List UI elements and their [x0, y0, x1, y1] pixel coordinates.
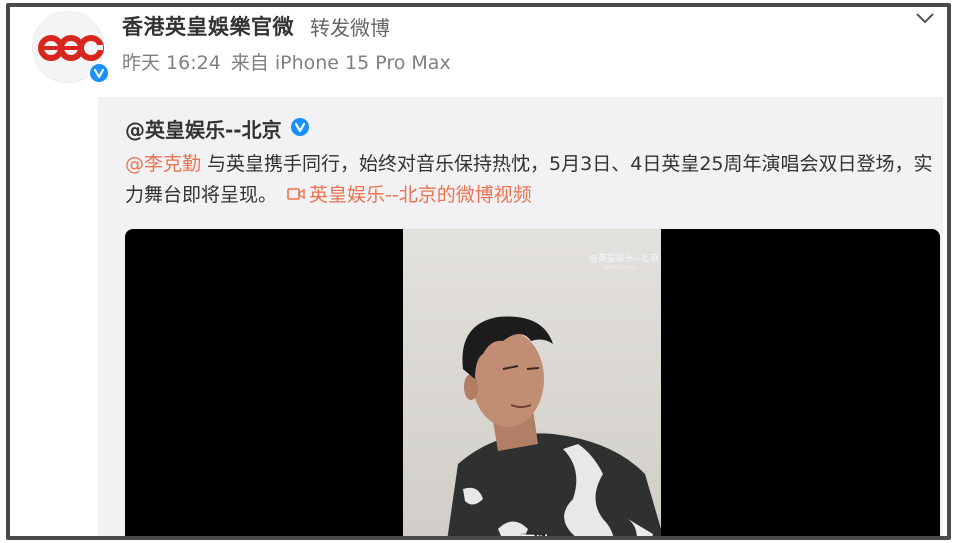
- video-caption: 可以: [521, 531, 549, 536]
- retweet-box: @英皇娱乐--北京 @李克勤 与英皇携手同行，始终对音乐保持热忱，5月3日、4日…: [98, 97, 943, 536]
- post-time[interactable]: 昨天 16:24: [122, 52, 221, 74]
- verified-badge-icon: [90, 64, 108, 82]
- video-thumbnail: [403, 229, 661, 536]
- video-link[interactable]: 英皇娱乐--北京的微博视频: [287, 184, 532, 206]
- video-icon: [287, 187, 305, 200]
- original-author: @英皇娱乐--北京: [125, 114, 310, 144]
- watermark-subtext: weibo.com/u/...: [602, 265, 641, 271]
- user-name[interactable]: 香港英皇娛樂官微: [122, 11, 294, 41]
- weibo-post-card: 香港英皇娛樂官微 转发微博 昨天 16:24 来自 iPhone 15 Pro M…: [6, 3, 951, 540]
- watermark-text: @英皇娱乐--北京: [589, 254, 659, 264]
- repost-label: 转发微博: [310, 16, 390, 40]
- verified-badge-icon: [290, 118, 309, 136]
- verified-badge: [88, 62, 110, 84]
- video-link-label: 英皇娱乐--北京的微博视频: [309, 184, 532, 206]
- video-watermark: @英皇娱乐--北京 weibo.com/u/...: [589, 251, 659, 271]
- post-menu-button[interactable]: [913, 9, 937, 29]
- post-meta: 昨天 16:24 来自 iPhone 15 Pro Max: [122, 48, 451, 75]
- post-source: 来自 iPhone 15 Pro Max: [230, 52, 451, 74]
- author-verified-badge: [290, 117, 310, 142]
- mention-link[interactable]: @李克勤: [125, 153, 201, 175]
- original-author-name[interactable]: @英皇娱乐--北京: [125, 118, 282, 142]
- chevron-down-icon: [916, 13, 934, 24]
- video-frame: @英皇娱乐--北京 weibo.com/u/... 可以: [403, 229, 661, 536]
- video-player[interactable]: @英皇娱乐--北京 weibo.com/u/... 可以: [125, 229, 940, 536]
- post-text: @李克勤 与英皇携手同行，始终对音乐保持热忱，5月3日、4日英皇25周年演唱会双…: [125, 149, 940, 211]
